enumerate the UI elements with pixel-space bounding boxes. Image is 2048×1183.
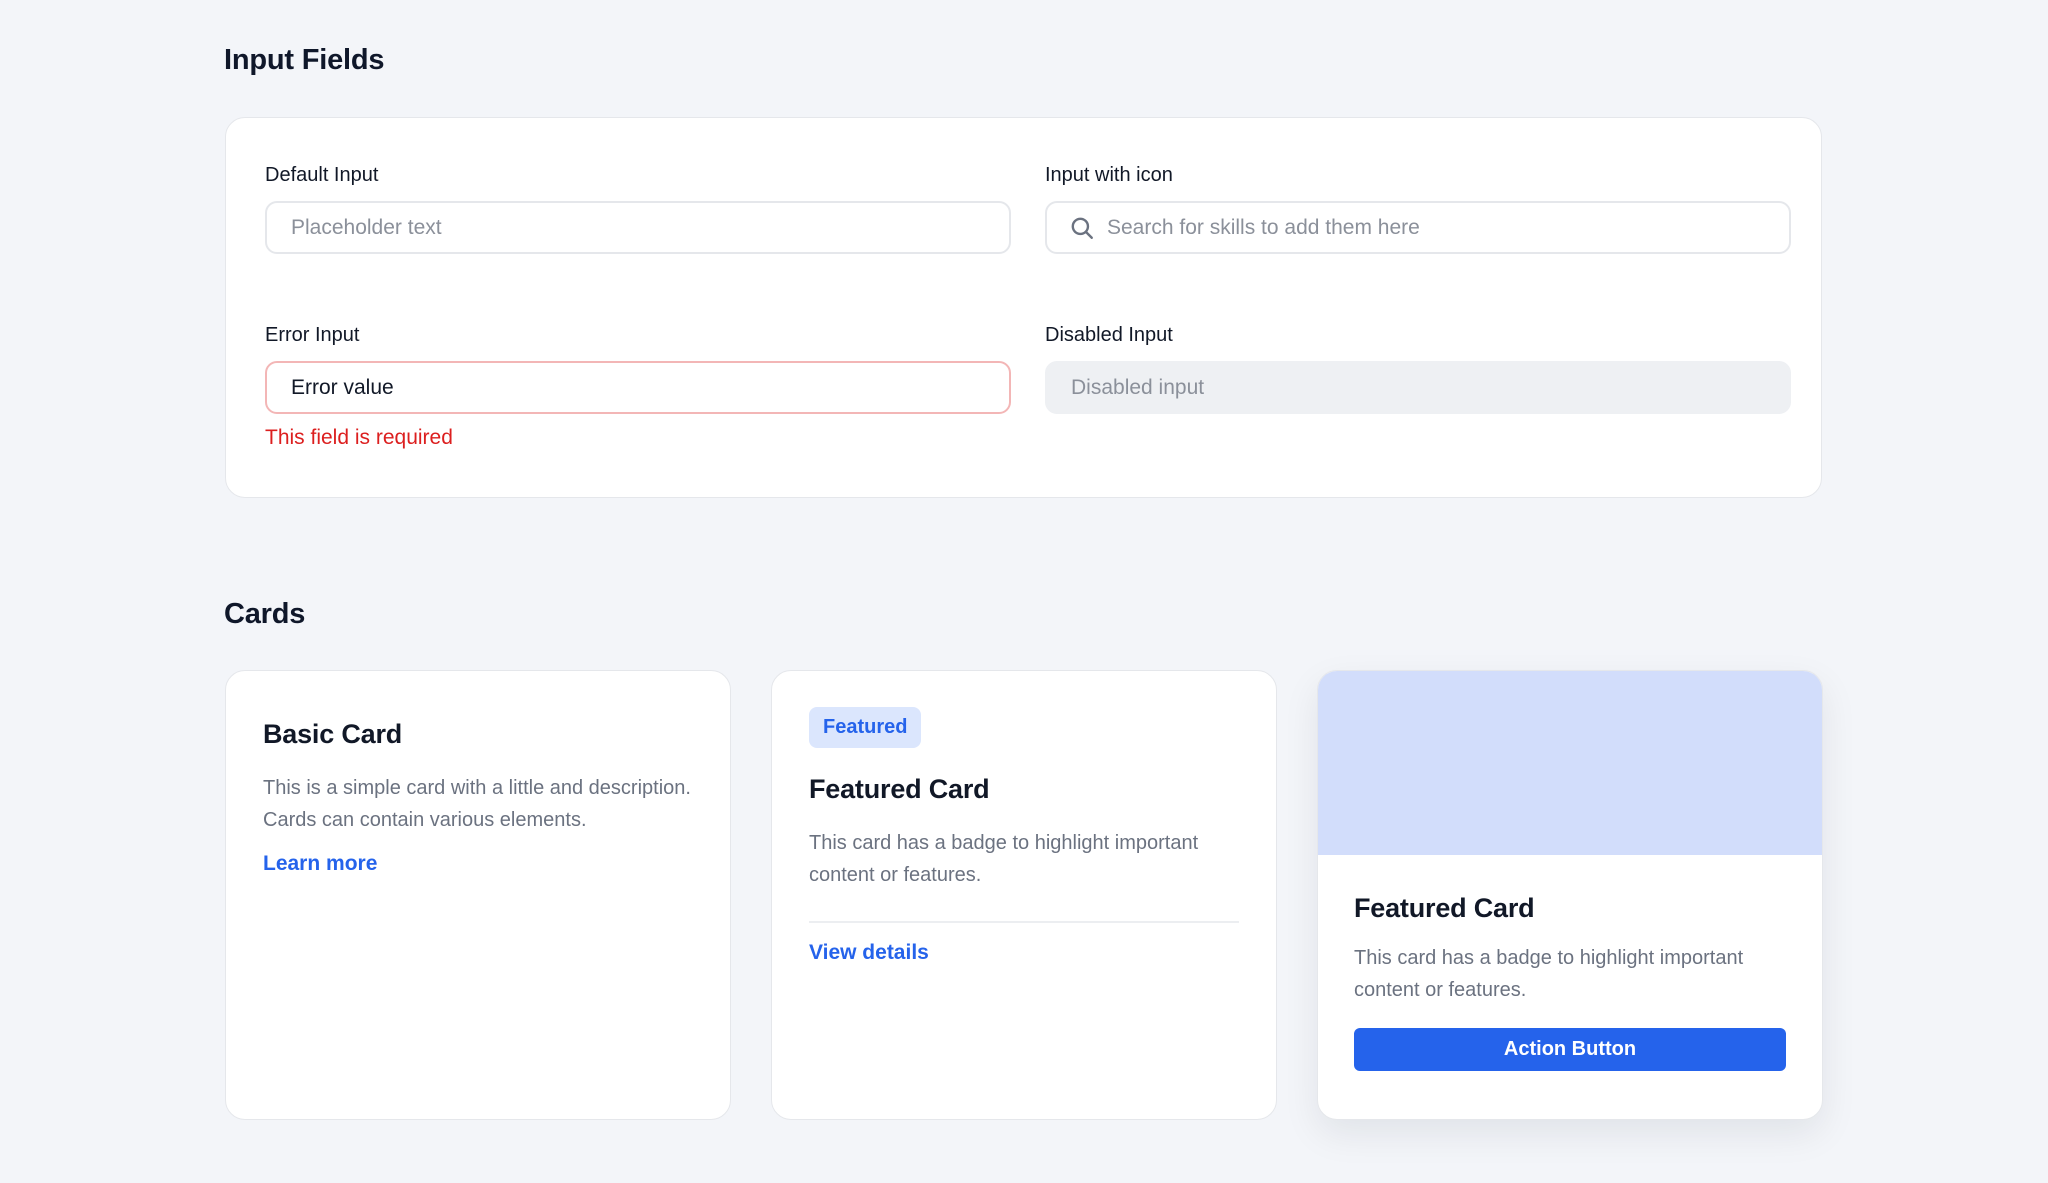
- disabled-input-field: Disabled Input: [1045, 323, 1791, 414]
- featured-card-title: Featured Card: [809, 774, 990, 804]
- disabled-input-box: [1045, 361, 1791, 414]
- media-card-description: This card has a badge to highlight impor…: [1354, 947, 1744, 1001]
- featured-card: Featured Featured Card This card has a b…: [771, 670, 1277, 1120]
- disabled-input: [1071, 375, 1765, 400]
- action-button[interactable]: Action Button: [1354, 1028, 1786, 1071]
- featured-badge: Featured: [809, 707, 922, 748]
- error-message: This field is required: [265, 426, 453, 449]
- view-details-link[interactable]: View details: [809, 941, 929, 965]
- search-icon: [1071, 217, 1093, 239]
- card-divider: [809, 921, 1239, 923]
- basic-card: Basic Card This is a simple card with a …: [225, 670, 731, 1120]
- card-image-placeholder: [1318, 671, 1822, 855]
- basic-card-title: Basic Card: [263, 719, 403, 749]
- section-title-input-fields: Input Fields: [224, 44, 385, 76]
- default-input-label: Default Input: [265, 164, 379, 186]
- section-title-cards: Cards: [224, 598, 306, 630]
- search-input[interactable]: [1107, 215, 1765, 240]
- icon-input-field: Input with icon: [1045, 163, 1791, 254]
- default-input[interactable]: [291, 215, 985, 240]
- basic-card-description: This is a simple card with a little and …: [263, 777, 691, 831]
- error-input-label: Error Input: [265, 324, 360, 346]
- error-input-field: Error Input This field is required: [265, 323, 1011, 450]
- learn-more-link[interactable]: Learn more: [263, 852, 377, 876]
- error-input[interactable]: [291, 375, 985, 400]
- media-card-title: Featured Card: [1354, 893, 1535, 923]
- icon-input-box[interactable]: [1045, 201, 1791, 254]
- icon-input-label: Input with icon: [1045, 164, 1173, 186]
- disabled-input-label: Disabled Input: [1045, 324, 1173, 346]
- featured-card-description: This card has a badge to highlight impor…: [809, 832, 1199, 886]
- default-input-field: Default Input: [265, 163, 1011, 254]
- input-fields-panel: Default Input Input with icon Error Inpu…: [225, 117, 1822, 498]
- media-card: Featured Card This card has a badge to h…: [1317, 670, 1823, 1120]
- error-input-box[interactable]: [265, 361, 1011, 414]
- default-input-box[interactable]: [265, 201, 1011, 254]
